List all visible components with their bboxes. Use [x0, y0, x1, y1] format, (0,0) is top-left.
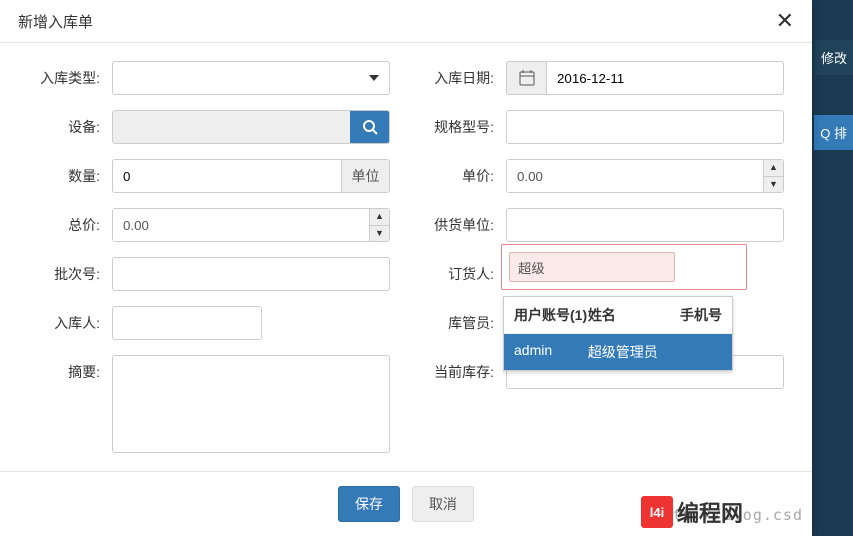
- orderer-input[interactable]: [509, 252, 675, 282]
- label-warehouser: 入库人:: [12, 313, 112, 333]
- search-icon[interactable]: [350, 110, 390, 144]
- label-keeper: 库管员:: [406, 313, 506, 333]
- device-input[interactable]: [113, 111, 350, 143]
- logo: l4i 编程网: [641, 496, 743, 528]
- label-date: 入库日期:: [406, 68, 506, 88]
- spinner-down-icon[interactable]: ▼: [764, 177, 783, 193]
- modal-body: 入库类型: 入库日期: 设备:: [0, 43, 812, 478]
- label-spec: 规格型号:: [406, 117, 506, 137]
- dropdown-item[interactable]: admin 超级管理员: [504, 334, 732, 370]
- summary-textarea[interactable]: [112, 355, 390, 453]
- close-icon[interactable]: ✕: [776, 10, 794, 32]
- label-type: 入库类型:: [12, 68, 112, 88]
- dropdown-header: 用户账号(1) 姓名 手机号: [504, 297, 732, 334]
- modal-title: 新增入库单: [18, 11, 93, 32]
- bg-edit-button: 修改: [815, 40, 853, 75]
- cancel-button[interactable]: 取消: [412, 486, 474, 522]
- unit-addon: 单位: [341, 160, 389, 192]
- spinner-up-icon[interactable]: ▲: [370, 209, 389, 226]
- supplier-input[interactable]: [506, 208, 784, 242]
- label-supplier: 供货单位:: [406, 215, 506, 235]
- total-spinner: ▲ ▼: [112, 208, 390, 242]
- bg-search-button: Q 排: [814, 115, 853, 150]
- modal-dialog: 新增入库单 ✕ 入库类型: 入库日期: 设备:: [0, 0, 812, 536]
- date-input[interactable]: [547, 62, 783, 94]
- total-input[interactable]: [113, 209, 369, 241]
- device-input-group: [112, 110, 390, 144]
- quantity-group: 单位: [112, 159, 390, 193]
- col-account: 用户账号(1): [514, 305, 588, 325]
- item-phone: [675, 342, 722, 362]
- autocomplete-dropdown: 用户账号(1) 姓名 手机号 admin 超级管理员: [503, 296, 733, 371]
- unitprice-input[interactable]: [507, 160, 763, 192]
- label-stock: 当前库存:: [406, 355, 506, 382]
- warehouser-input[interactable]: [112, 306, 262, 340]
- label-device: 设备:: [12, 117, 112, 137]
- date-input-group: [506, 61, 784, 95]
- spinner-down-icon[interactable]: ▼: [370, 226, 389, 242]
- spec-input[interactable]: [506, 110, 784, 144]
- orderer-highlight: [501, 244, 747, 290]
- modal-header: 新增入库单 ✕: [0, 0, 812, 43]
- label-quantity: 数量:: [12, 166, 112, 186]
- label-orderer: 订货人:: [406, 264, 506, 284]
- save-button[interactable]: 保存: [338, 486, 400, 522]
- batch-input[interactable]: [112, 257, 390, 291]
- unitprice-spinner: ▲ ▼: [506, 159, 784, 193]
- spinner-up-icon[interactable]: ▲: [764, 160, 783, 177]
- label-total: 总价:: [12, 215, 112, 235]
- type-select[interactable]: [112, 61, 390, 95]
- col-phone: 手机号: [675, 305, 722, 325]
- logo-text: 编程网: [677, 496, 743, 528]
- quantity-input[interactable]: [113, 160, 341, 192]
- col-name: 姓名: [588, 305, 675, 325]
- label-batch: 批次号:: [12, 264, 112, 284]
- label-summary: 摘要:: [12, 355, 112, 382]
- item-name: 超级管理员: [588, 342, 675, 362]
- item-account: admin: [514, 342, 588, 362]
- label-unitprice: 单价:: [406, 166, 506, 186]
- logo-badge: l4i: [641, 496, 673, 528]
- calendar-icon[interactable]: [507, 62, 547, 94]
